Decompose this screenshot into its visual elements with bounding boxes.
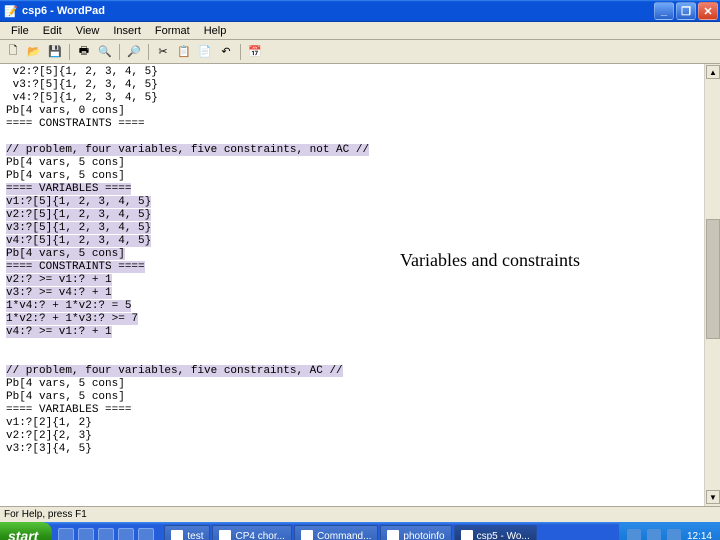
taskbar: start test CP4 chor... Command... photoinfo…: [0, 522, 720, 540]
menu-view[interactable]: View: [69, 24, 107, 38]
toolbar-separator: [69, 44, 70, 60]
taskbar-item[interactable]: test: [164, 525, 210, 540]
taskbar-items: test CP4 chor... Command... photoinfo csp5 -…: [160, 525, 619, 540]
task-label: CP4 chor...: [235, 531, 284, 540]
task-label: Command...: [317, 531, 371, 540]
scroll-thumb[interactable]: [706, 219, 720, 339]
ql-icon[interactable]: [58, 528, 74, 540]
menu-format[interactable]: Format: [148, 24, 197, 38]
toolbar-separator: [119, 44, 120, 60]
maximize-button[interactable]: ❐: [676, 2, 696, 20]
system-tray[interactable]: 12:14: [619, 522, 720, 540]
find-icon[interactable]: 🔎: [125, 43, 143, 61]
task-icon: [301, 530, 313, 540]
menubar: File Edit View Insert Format Help: [0, 22, 720, 40]
taskbar-item[interactable]: csp5 - Wo...: [454, 525, 537, 540]
print-icon[interactable]: 🖶: [75, 43, 93, 61]
ql-icon[interactable]: [138, 528, 154, 540]
window-title: csp6 - WordPad: [22, 5, 652, 17]
menu-edit[interactable]: Edit: [36, 24, 69, 38]
paste-icon[interactable]: 📄: [196, 43, 214, 61]
taskbar-item[interactable]: Command...: [294, 525, 378, 540]
new-icon[interactable]: 🗋: [4, 43, 22, 61]
open-icon[interactable]: 📂: [25, 43, 43, 61]
tray-icon[interactable]: [627, 529, 641, 540]
undo-icon[interactable]: ↶: [217, 43, 235, 61]
copy-icon[interactable]: 📋: [175, 43, 193, 61]
titlebar: 📝 csp6 - WordPad _ ❐ ✕: [0, 0, 720, 22]
vertical-scrollbar[interactable]: ▲ ▼: [704, 64, 720, 506]
close-button[interactable]: ✕: [698, 2, 718, 20]
ql-icon[interactable]: [78, 528, 94, 540]
document-content[interactable]: v2:?[5]{1, 2, 3, 4, 5} v3:?[5]{1, 2, 3, …: [6, 66, 702, 456]
save-icon[interactable]: 💾: [46, 43, 64, 61]
menu-insert[interactable]: Insert: [106, 24, 148, 38]
scroll-down-icon[interactable]: ▼: [706, 490, 720, 504]
task-icon: [461, 530, 473, 540]
task-label: test: [187, 531, 203, 540]
cut-icon[interactable]: ✂: [154, 43, 172, 61]
app-icon: 📝: [4, 4, 18, 18]
tray-icon[interactable]: [647, 529, 661, 540]
task-icon: [171, 530, 183, 540]
clock[interactable]: 12:14: [687, 531, 712, 540]
start-button[interactable]: start: [0, 522, 52, 540]
taskbar-item[interactable]: photoinfo: [380, 525, 451, 540]
scroll-up-icon[interactable]: ▲: [706, 65, 720, 79]
ql-icon[interactable]: [98, 528, 114, 540]
task-icon: [219, 530, 231, 540]
tray-icon[interactable]: [667, 529, 681, 540]
toolbar-separator: [240, 44, 241, 60]
task-label: csp5 - Wo...: [477, 531, 530, 540]
minimize-button[interactable]: _: [654, 2, 674, 20]
annotation-label: Variables and constraints: [400, 250, 580, 271]
document-area[interactable]: v2:?[5]{1, 2, 3, 4, 5} v3:?[5]{1, 2, 3, …: [0, 64, 720, 506]
date-icon[interactable]: 📅: [246, 43, 264, 61]
menu-file[interactable]: File: [4, 24, 36, 38]
quick-launch: [52, 528, 160, 540]
toolbar-separator: [148, 44, 149, 60]
taskbar-item[interactable]: CP4 chor...: [212, 525, 291, 540]
task-icon: [387, 530, 399, 540]
toolbar: 🗋📂💾 🖶🔍 🔎 ✂📋📄↶ 📅: [0, 40, 720, 64]
menu-help[interactable]: Help: [197, 24, 234, 38]
preview-icon[interactable]: 🔍: [96, 43, 114, 61]
task-label: photoinfo: [403, 531, 444, 540]
status-text: For Help, press F1: [4, 509, 87, 520]
statusbar: For Help, press F1: [0, 506, 720, 522]
ql-icon[interactable]: [118, 528, 134, 540]
